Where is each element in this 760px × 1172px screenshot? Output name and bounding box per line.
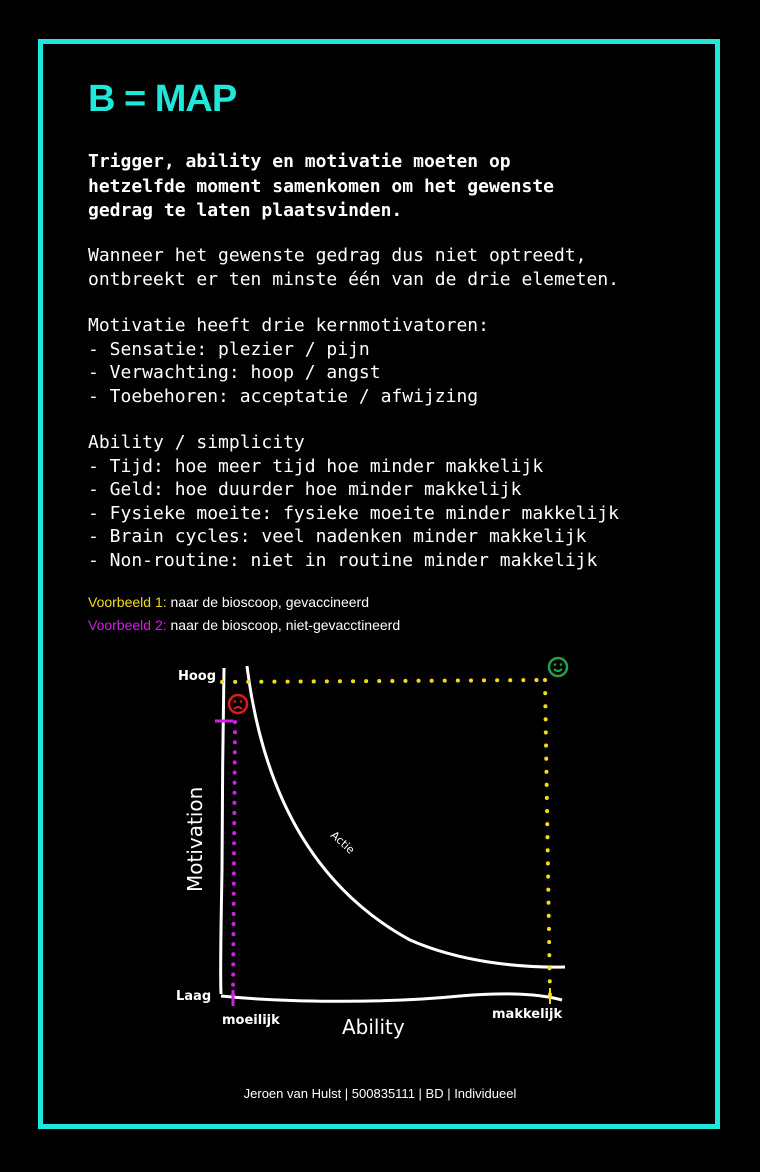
footer-credits: Jeroen van Hulst | 500835111 | BD | Indi… xyxy=(243,1086,517,1101)
example-2: Voorbeeld 2: naar de bioscoop, niet-geva… xyxy=(88,617,400,633)
paragraph-missing-element: Wanneer het gewenste gedrag dus niet opt… xyxy=(88,245,620,290)
example-2-vertical-dots xyxy=(231,720,237,998)
x-axis-line xyxy=(220,992,563,1003)
paragraph-motivators: Motivatie heeft drie kernmotivatoren: - … xyxy=(88,315,489,407)
example-1-text: naar de bioscoop, gevaccineerd xyxy=(166,594,369,610)
fogg-behavior-diagram: Hoog Laag moeilijk makkelijk Ability Mot… xyxy=(176,656,569,1039)
example-1-horizontal-dots xyxy=(220,678,547,684)
example-1-label: Voorbeeld 1: xyxy=(88,594,167,610)
example-2-text: naar de bioscoop, niet-gevacctineerd xyxy=(166,617,401,633)
x-low-label: moeilijk xyxy=(222,1013,280,1028)
y-axis-title: Motivation xyxy=(183,787,207,892)
action-curve xyxy=(245,665,566,969)
example-1-vertical-dots xyxy=(543,678,552,998)
y-low-label: Laag xyxy=(176,989,211,1004)
example-2-label: Voorbeeld 2: xyxy=(88,617,167,633)
paragraph-ability: Ability / simplicity - Tijd: hoe meer ti… xyxy=(88,432,620,571)
smiley-face-icon xyxy=(547,656,569,678)
x-high-label: makkelijk xyxy=(492,1007,562,1022)
example-1: Voorbeeld 1: naar de bioscoop, gevaccine… xyxy=(88,594,369,610)
sad-face-icon xyxy=(227,693,249,715)
y-axis-line xyxy=(219,667,226,995)
x-axis-title: Ability xyxy=(342,1015,405,1039)
page-title: B = MAP xyxy=(88,78,237,120)
lead-text: Trigger, ability en motivatie moeten op … xyxy=(88,151,554,221)
curve-label: Actie xyxy=(328,829,357,857)
y-high-label: Hoog xyxy=(178,669,216,684)
